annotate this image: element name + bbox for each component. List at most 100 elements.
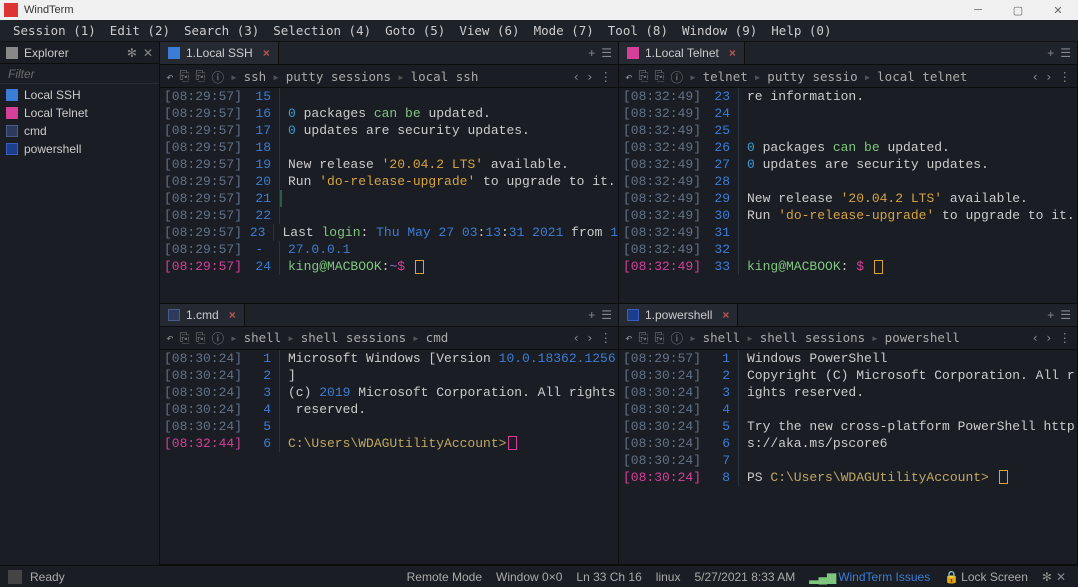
timestamp: [08:29:57]	[160, 173, 244, 190]
breadcrumb-item[interactable]: shell	[244, 330, 282, 345]
menu-goto[interactable]: Goto (5)	[378, 23, 452, 38]
close-icon[interactable]: ×	[229, 308, 236, 322]
sidebar-item-local-telnet[interactable]: Local Telnet	[0, 104, 159, 122]
session-icon	[6, 143, 18, 155]
line-text: 27.0.0.1	[288, 241, 350, 258]
breadcrumb-item[interactable]: ssh	[244, 69, 267, 84]
status-os[interactable]: linux	[656, 570, 681, 584]
nav-icon[interactable]: ↶	[166, 69, 174, 84]
status-linecol[interactable]: Ln 33 Ch 16	[576, 570, 641, 584]
tab[interactable]: 1.Local Telnet×	[619, 42, 745, 64]
breadcrumb-item[interactable]: telnet	[703, 69, 748, 84]
sidebar-item-powershell[interactable]: powershell	[0, 140, 159, 158]
terminal-line: [08:32:49]25	[619, 122, 1077, 139]
close-button[interactable]: ✕	[1038, 0, 1078, 20]
breadcrumb-item[interactable]: local telnet	[877, 69, 967, 84]
chevron-right-icon: ▸	[754, 69, 762, 84]
more-icon[interactable]: ⋮	[600, 69, 613, 84]
menu-mode[interactable]: Mode (7)	[527, 23, 601, 38]
collapse-icon[interactable]: ✕	[1056, 570, 1066, 584]
gear-icon[interactable]: ✻	[127, 46, 137, 60]
status-icon	[8, 570, 22, 584]
minimize-button[interactable]: ─	[958, 0, 998, 20]
terminal-line: [08:32:49]24	[619, 105, 1077, 122]
add-tab-button[interactable]: +	[588, 46, 595, 60]
add-tab-button[interactable]: +	[1047, 46, 1054, 60]
more-icon[interactable]: ‹	[1031, 330, 1039, 345]
nav-icon[interactable]: ⎘	[639, 330, 649, 346]
line-number: 3	[244, 384, 280, 401]
status-lock[interactable]: 🔒Lock Screen	[944, 570, 1028, 584]
menu-icon[interactable]: ☰	[601, 308, 612, 322]
nav-icon[interactable]: ⎘	[655, 330, 665, 346]
breadcrumb-item[interactable]: local ssh	[411, 69, 479, 84]
menu-icon[interactable]: ☰	[601, 46, 612, 60]
breadcrumb-item[interactable]: putty sessio	[767, 69, 857, 84]
more-icon[interactable]: ›	[586, 69, 594, 84]
close-icon[interactable]: ✕	[143, 46, 153, 60]
more-icon[interactable]: ‹	[572, 330, 580, 345]
more-icon[interactable]: ‹	[572, 69, 580, 84]
nav-icon[interactable]: ↶	[625, 330, 633, 345]
breadcrumb-item[interactable]: shell sessions	[301, 330, 406, 345]
filter-input[interactable]: Filter	[0, 64, 159, 84]
line-number: 15	[244, 88, 280, 105]
tab[interactable]: 1.powershell×	[619, 304, 738, 326]
more-icon[interactable]: ›	[1045, 69, 1053, 84]
sidebar-item-local-ssh[interactable]: Local SSH	[0, 86, 159, 104]
breadcrumb-item[interactable]: cmd	[426, 330, 449, 345]
settings-icon[interactable]: ✻	[1042, 570, 1052, 584]
breadcrumb-item[interactable]: putty sessions	[286, 69, 391, 84]
terminal[interactable]: [08:29:57]15[08:29:57]160 packages can b…	[160, 88, 618, 303]
close-icon[interactable]: ×	[729, 46, 736, 60]
more-icon[interactable]: ›	[1045, 330, 1053, 345]
menu-selection[interactable]: Selection (4)	[266, 23, 378, 38]
chevron-right-icon: ▸	[871, 330, 879, 345]
menu-icon[interactable]: ☰	[1060, 308, 1071, 322]
breadcrumb-item[interactable]: shell sessions	[760, 330, 865, 345]
status-issues[interactable]: ▂▄▆WindTerm Issues	[809, 570, 930, 584]
menu-search[interactable]: Search (3)	[177, 23, 266, 38]
info-icon[interactable]: ⓘ	[671, 328, 684, 347]
menu-help[interactable]: Help (0)	[764, 23, 838, 38]
nav-icon[interactable]: ⎘	[655, 68, 665, 84]
add-tab-button[interactable]: +	[588, 308, 595, 322]
info-icon[interactable]: ⓘ	[212, 67, 225, 86]
info-icon[interactable]: ⓘ	[671, 67, 684, 86]
menu-edit[interactable]: Edit (2)	[103, 23, 177, 38]
close-icon[interactable]: ×	[722, 308, 729, 322]
more-icon[interactable]: ‹	[1031, 69, 1039, 84]
tab[interactable]: 1.Local SSH×	[160, 42, 279, 64]
menu-session[interactable]: Session (1)	[6, 23, 103, 38]
nav-icon[interactable]: ↶	[166, 330, 174, 345]
add-tab-button[interactable]: +	[1047, 308, 1054, 322]
info-icon[interactable]: ⓘ	[212, 328, 225, 347]
nav-icon[interactable]: ⎘	[196, 330, 206, 346]
sidebar-item-cmd[interactable]: cmd	[0, 122, 159, 140]
maximize-button[interactable]: ▢	[998, 0, 1038, 20]
nav-icon[interactable]: ⎘	[180, 330, 190, 346]
tab-icon	[627, 309, 639, 321]
nav-icon[interactable]: ↶	[625, 69, 633, 84]
more-icon[interactable]: ⋮	[1059, 69, 1072, 84]
menu-window[interactable]: Window (9)	[675, 23, 764, 38]
menu-tool[interactable]: Tool (8)	[601, 23, 675, 38]
menu-icon[interactable]: ☰	[1060, 46, 1071, 60]
status-window[interactable]: Window 0×0	[496, 570, 562, 584]
breadcrumb-item[interactable]: shell	[703, 330, 741, 345]
menu-view[interactable]: View (6)	[452, 23, 526, 38]
nav-icon[interactable]: ⎘	[196, 68, 206, 84]
status-remote[interactable]: Remote Mode	[407, 570, 482, 584]
terminal[interactable]: [08:29:57]1Windows PowerShell[08:30:24]2…	[619, 350, 1077, 565]
terminal[interactable]: [08:32:49]23re information.[08:32:49]24[…	[619, 88, 1077, 303]
timestamp: [08:32:49]	[619, 156, 703, 173]
nav-icon[interactable]: ⎘	[639, 68, 649, 84]
tab[interactable]: 1.cmd×	[160, 304, 245, 326]
more-icon[interactable]: ⋮	[600, 330, 613, 345]
breadcrumb-item[interactable]: powershell	[885, 330, 960, 345]
nav-icon[interactable]: ⎘	[180, 68, 190, 84]
more-icon[interactable]: ⋮	[1059, 330, 1072, 345]
terminal[interactable]: [08:30:24]1Microsoft Windows [Version 10…	[160, 350, 618, 565]
close-icon[interactable]: ×	[263, 46, 270, 60]
more-icon[interactable]: ›	[586, 330, 594, 345]
